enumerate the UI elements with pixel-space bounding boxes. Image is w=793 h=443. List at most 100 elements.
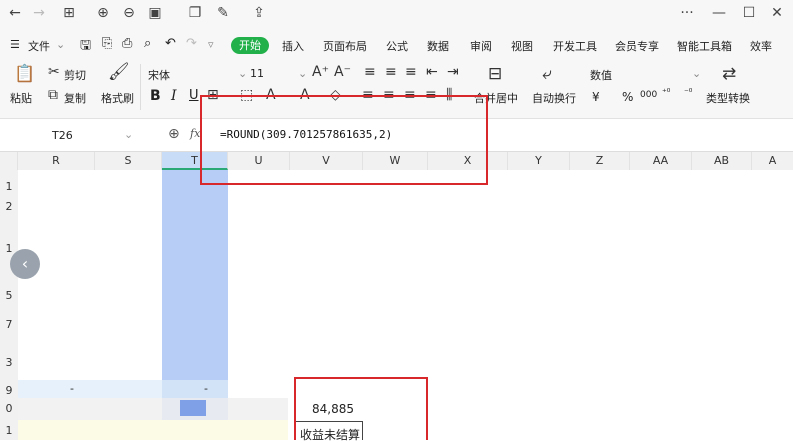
decrease-decimal-icon[interactable]: ⁻⁰ <box>684 88 692 98</box>
cell-reference: T26 <box>52 129 73 142</box>
chevron-down-icon: ⌄ <box>124 128 134 141</box>
decrease-font-icon[interactable]: A⁻ <box>334 64 351 80</box>
cut-button[interactable]: 剪切 <box>64 67 86 83</box>
format-painter-button[interactable]: 格式刷 <box>101 90 134 106</box>
number-format-select[interactable]: 数值 <box>590 67 612 83</box>
zoom-out-icon[interactable]: ⊖ <box>118 2 140 24</box>
column-header-ac[interactable]: A <box>752 152 793 170</box>
edit-icon[interactable]: ✎ <box>212 2 234 24</box>
pdf-icon[interactable]: ⎘ <box>102 36 112 51</box>
scissors-icon[interactable]: ✂ <box>48 64 60 80</box>
row-band-selected <box>162 380 228 398</box>
maximize-button[interactable]: ☐ <box>738 2 760 24</box>
tab-member[interactable]: 会员专享 <box>615 38 659 54</box>
copy-icon[interactable]: ❐ <box>184 2 206 24</box>
cell-dash[interactable]: - <box>70 382 74 395</box>
bold-button[interactable]: B <box>150 88 161 104</box>
font-name-select[interactable]: 宋体 <box>148 67 170 83</box>
underline-button[interactable]: U <box>189 88 199 103</box>
align-middle-icon[interactable]: ≡ <box>385 64 397 80</box>
chevron-left-icon[interactable]: ‹ <box>10 249 40 279</box>
cell-dash[interactable]: - <box>204 382 208 395</box>
menu-file[interactable]: 文件 <box>28 38 50 54</box>
tab-developer[interactable]: 开发工具 <box>553 38 597 54</box>
tab-smart-toolbox[interactable]: 智能工具箱 <box>677 38 732 54</box>
row-header[interactable]: 5 <box>0 289 18 302</box>
blurred-row <box>18 420 288 440</box>
type-convert-button[interactable]: 类型转换 <box>706 90 750 106</box>
wrap-text-icon[interactable]: ⤶ <box>542 64 552 84</box>
redo-icon[interactable]: ↷ <box>186 36 197 51</box>
tab-insert[interactable]: 插入 <box>282 38 304 54</box>
row-header[interactable]: 3 <box>0 356 18 369</box>
row-band <box>18 380 162 398</box>
image-icon[interactable]: ▣ <box>144 2 166 24</box>
customize-icon[interactable]: ▿ <box>208 38 214 51</box>
column-header-s[interactable]: S <box>95 152 162 170</box>
corner-cell[interactable] <box>0 152 18 170</box>
tab-formulas[interactable]: 公式 <box>386 38 408 54</box>
fx-icon[interactable]: fx <box>190 127 200 140</box>
forward-icon[interactable]: → <box>28 2 50 24</box>
tab-efficiency[interactable]: 效率 <box>750 38 772 54</box>
row-header-column: 1 2 1 5 7 3 9 0 1 <box>0 170 19 440</box>
tab-view[interactable]: 视图 <box>511 38 533 54</box>
thousands-button[interactable]: 000 <box>640 90 657 100</box>
chevron-down-icon[interactable]: ⌄ <box>298 67 307 80</box>
italic-button[interactable]: I <box>171 88 177 104</box>
save-icon[interactable]: 🖫 <box>80 36 91 58</box>
column-header-aa[interactable]: AA <box>630 152 692 170</box>
row-header[interactable]: 2 <box>0 200 18 213</box>
tab-start[interactable]: 开始 <box>231 37 269 54</box>
highlight-box-formula <box>200 95 488 185</box>
tab-page-layout[interactable]: 页面布局 <box>323 38 367 54</box>
undo-icon[interactable]: ↶ <box>165 36 176 51</box>
ribbon-divider <box>140 64 141 110</box>
font-size-select[interactable]: 11 <box>250 67 264 80</box>
name-box[interactable]: T26 ⌄ <box>12 127 134 145</box>
row-header[interactable]: 7 <box>0 318 18 331</box>
align-top-icon[interactable]: ≡ <box>364 64 376 80</box>
percent-button[interactable]: % <box>622 90 633 104</box>
paste-button[interactable]: 粘贴 <box>10 90 32 106</box>
tab-review[interactable]: 审阅 <box>470 38 492 54</box>
hamburger-icon[interactable]: ☰ <box>10 38 20 51</box>
chevron-down-icon[interactable]: ⌄ <box>692 67 701 80</box>
chevron-down-icon[interactable]: ⌄ <box>56 38 65 51</box>
blurred-row <box>18 398 288 420</box>
paste-icon[interactable]: 📋 <box>14 64 35 84</box>
currency-button[interactable]: ¥ <box>592 90 600 104</box>
merge-center-icon[interactable]: ⊟ <box>488 64 502 84</box>
format-painter-icon[interactable]: 🖌 <box>108 62 130 82</box>
copy-button[interactable]: 复制 <box>64 90 86 106</box>
tab-data[interactable]: 数据 <box>427 38 449 54</box>
export-icon[interactable]: ⇪ <box>248 2 270 24</box>
column-header-ab[interactable]: AB <box>692 152 752 170</box>
indent-decrease-icon[interactable]: ⇤ <box>426 64 438 80</box>
increase-decimal-icon[interactable]: ⁺⁰ <box>662 88 670 98</box>
zoom-in-icon[interactable]: ⊕ <box>92 2 114 24</box>
column-header-r[interactable]: R <box>18 152 95 170</box>
row-header[interactable]: 1 <box>0 180 18 193</box>
close-button[interactable]: ✕ <box>766 2 788 24</box>
copy-small-icon[interactable]: ⧉ <box>48 87 58 103</box>
row-header[interactable]: 1 <box>0 424 18 437</box>
increase-font-icon[interactable]: A⁺ <box>312 64 329 80</box>
column-header-z[interactable]: Z <box>570 152 630 170</box>
align-bottom-icon[interactable]: ≡ <box>405 64 417 80</box>
chevron-down-icon[interactable]: ⌄ <box>238 67 247 80</box>
more-button[interactable]: ··· <box>676 2 698 24</box>
print-icon[interactable]: ⎙ <box>122 36 132 51</box>
row-header[interactable]: 0 <box>0 402 18 415</box>
type-convert-icon[interactable]: ⇄ <box>722 64 736 84</box>
back-icon[interactable]: ← <box>4 2 26 24</box>
wrap-text-button[interactable]: 自动换行 <box>532 90 576 106</box>
indent-increase-icon[interactable]: ⇥ <box>447 64 459 80</box>
grid-icon[interactable]: ⊞ <box>58 2 80 24</box>
preview-icon[interactable]: ⌕ <box>144 36 151 51</box>
minimize-button[interactable]: — <box>708 2 730 24</box>
row-header[interactable]: 9 <box>0 384 18 397</box>
column-header-y[interactable]: Y <box>508 152 570 170</box>
zoom-formula-icon[interactable]: ⊕ <box>168 126 180 142</box>
blurred-selected-cell <box>180 400 206 416</box>
